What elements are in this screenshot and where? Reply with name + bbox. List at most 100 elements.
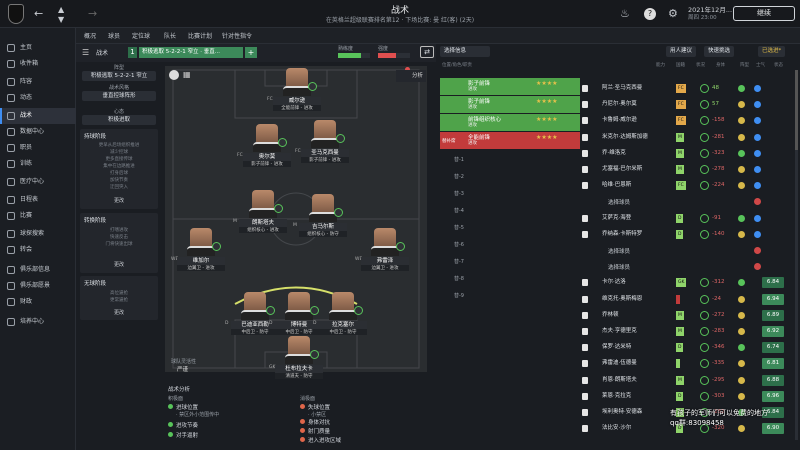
player-card[interactable]: WB 维加尔 边翼卫 - 进攻 — [171, 228, 225, 276]
sidebar-item-transfers[interactable]: 转会 — [0, 242, 76, 258]
column-header[interactable]: 能力 — [656, 62, 665, 68]
quick-pick-button[interactable]: 快速挑选 — [704, 46, 735, 57]
sidebar-item-development-centre[interactable]: 培养中心 — [0, 314, 76, 330]
select-player-slot[interactable]: 选择球员 — [608, 198, 630, 206]
selection-info-button[interactable]: 选择信息 — [440, 46, 490, 57]
subnav-match-plans[interactable]: 比赛计划 — [188, 31, 212, 40]
player-row[interactable]: 哈维·巴恩斯 FC -224 — [580, 178, 790, 193]
position-slot[interactable]: 影子前锋 进攻 ★★★★ — [440, 96, 580, 113]
assistant-suggestion-button[interactable]: 用人建议 — [666, 46, 697, 57]
style-dropdown[interactable]: 垂直控球阵形 — [82, 91, 156, 101]
settings-gear-icon[interactable]: ⚙ — [668, 6, 678, 22]
pitch-view-icon[interactable]: ▦ — [183, 70, 191, 79]
sub-slot[interactable]: 替-8 — [440, 273, 580, 285]
tactic-menu-icon[interactable]: ☰ — [82, 48, 89, 57]
in-possession-card[interactable]: 持球阶段 更早从后场组织推进 减少控球 更多直接传球 集中在边路推进 打身后球 … — [80, 129, 158, 209]
player-row[interactable]: 莱恩·克拉克 D -303 6.96 — [580, 389, 790, 404]
player-row[interactable]: 乔·维洛克 M -323 — [580, 146, 790, 161]
column-header[interactable]: 状况 — [696, 62, 705, 68]
player-row[interactable]: 艾萨克·海登 D -91 — [580, 211, 790, 226]
sidebar-item-club-vision[interactable]: 俱乐部愿景 — [0, 278, 76, 294]
player-row[interactable]: 卡鲁姆·威尔逊 FC -158 — [580, 113, 790, 128]
player-row[interactable]: 卡尔·达洛 GK -312 6.84 — [580, 275, 790, 290]
column-header[interactable]: 士气 — [756, 62, 765, 68]
column-header[interactable]: 阵型 — [740, 62, 749, 68]
player-card[interactable]: FC 威尔逊 全能前锋 - 进攻 — [267, 68, 321, 116]
sub-slot[interactable]: 替-3 — [440, 188, 580, 200]
subnav-players[interactable]: 球员 — [108, 31, 120, 40]
sidebar-item-squad[interactable]: 阵容 — [0, 74, 76, 90]
select-player-slot[interactable]: 选择球员 — [608, 247, 630, 255]
mentality-dropdown[interactable]: 积极进取 — [82, 115, 156, 125]
sub-slot[interactable]: 替-7 — [440, 256, 580, 268]
player-card[interactable]: D 拉克塞尔 中后卫 - 防守 — [313, 292, 367, 340]
sidebar-item-medical-centre[interactable]: 医疗中心 — [0, 174, 76, 190]
player-row[interactable]: 维克托·奥斯梅恩 -24 6.94 — [580, 292, 790, 307]
player-row[interactable]: 阿兰·圣马克西曼 FC 48 — [580, 81, 790, 96]
edit-out-of-possession-button[interactable]: 更改 — [80, 309, 158, 316]
trophy-icon[interactable]: ♨ — [620, 6, 630, 22]
sidebar-item-data-hub[interactable]: 数据中心 — [0, 124, 76, 140]
player-card[interactable]: D 博特曼 中后卫 - 防守 — [269, 292, 323, 340]
player-row[interactable]: 保罗·达米特 D -346 6.74 — [580, 340, 790, 355]
subnav-set-pieces[interactable]: 定位球 — [132, 31, 150, 40]
sub-slot[interactable]: 替-6 — [440, 239, 580, 251]
add-tactic-button[interactable]: + — [245, 47, 257, 58]
help-icon[interactable]: ? — [644, 8, 656, 20]
player-row[interactable]: 尤塞福·巴尔米斯 M -278 — [580, 162, 790, 177]
player-card[interactable]: M 吉马尔斯 组织核心 - 防守 — [293, 194, 347, 242]
column-header[interactable]: 身体 — [716, 62, 725, 68]
position-slot[interactable]: 前锋组织核心 进攻 ★★★★ — [440, 114, 580, 131]
player-row[interactable]: 杰夫·亨德里克 M -283 6.92 — [580, 324, 790, 339]
continue-button[interactable]: 继续 — [733, 6, 795, 21]
player-row[interactable]: 弗雷迪·伍德曼 -335 6.81 — [580, 356, 790, 371]
info-icon[interactable] — [169, 70, 179, 80]
player-card[interactable]: FC 圣马克西曼 影子前锋 - 进攻 — [295, 120, 349, 168]
column-header[interactable]: 国籍 — [676, 62, 685, 68]
position-slot[interactable]: 全能前锋 进攻 ★★★★ — [440, 132, 580, 149]
player-card[interactable]: GK 杜布拉夫卡 清道夫 - 防守 — [269, 336, 323, 384]
player-row[interactable]: 米克尔·达姆斯加德 M -281 — [580, 130, 790, 145]
sidebar-item-staff[interactable]: 职员 — [0, 140, 76, 156]
player-row[interactable]: 肖恩·朗斯塔夫 M -295 6.88 — [580, 373, 790, 388]
tactic-slot-number[interactable]: 1 — [128, 47, 137, 58]
player-card[interactable]: WB 弗雷泽 边翼卫 - 进攻 — [355, 228, 409, 276]
position-slot[interactable]: 影子前锋 进攻 ★★★★ — [440, 78, 580, 95]
sub-slot[interactable]: 替-5 — [440, 222, 580, 234]
edit-transition-button[interactable]: 更改 — [80, 261, 158, 268]
sidebar-item-tactics[interactable]: 战术 — [0, 108, 76, 124]
sub-slot[interactable]: 替-4 — [440, 205, 580, 217]
tactic-select[interactable]: 积极逃取 5-2-2-1 窄立 · 垂直... — [139, 47, 243, 58]
player-card[interactable]: FC 奥尔莫 影子前锋 - 进攻 — [237, 124, 291, 172]
player-card[interactable]: M 朗斯塔夫 组织核心 - 进攻 — [233, 190, 287, 238]
out-of-possession-card[interactable]: 无球阶段 高位逼抢 更常逼抢 更改 — [80, 276, 158, 320]
sub-slot[interactable]: 替-1 — [440, 154, 580, 166]
formation-dropdown[interactable]: 积极逃取 5-2-2-1 窄立 — [82, 71, 156, 81]
sidebar-item-dynamics[interactable]: 动态 — [0, 90, 76, 106]
swap-icon[interactable]: ⇄ — [420, 46, 434, 58]
sidebar-item-club-info[interactable]: 俱乐部信息 — [0, 262, 76, 278]
sidebar-item-competitions[interactable]: 比赛 — [0, 208, 76, 224]
player-row[interactable]: 乔林顿 M -272 6.89 — [580, 308, 790, 323]
sidebar-item-schedule[interactable]: 日程表 — [0, 192, 76, 208]
column-header[interactable]: 状态 — [774, 62, 783, 68]
sidebar-item-home[interactable]: 主页 — [0, 40, 76, 56]
sidebar-item-training[interactable]: 训练 — [0, 156, 76, 172]
sidebar-item-scouting[interactable]: 球探搜索 — [0, 226, 76, 242]
filter-dropdown[interactable]: 已选进* — [758, 46, 786, 57]
subnav-captains[interactable]: 队长 — [164, 31, 176, 40]
player-card[interactable]: D 巴迪亚西勒 中后卫 - 防守 — [225, 292, 279, 340]
select-player-slot[interactable]: 选择球员 — [608, 263, 630, 271]
sub-slot[interactable]: 替-9 — [440, 290, 580, 302]
analysis-button[interactable]: 分析 — [396, 70, 426, 82]
transition-card[interactable]: 转换阶段 打嗜进攻 快速反击 门将快速出球 更改 — [80, 213, 158, 273]
scrollbar-thumb[interactable] — [795, 70, 798, 150]
column-header[interactable]: 位置/角色/职责 — [442, 62, 472, 68]
subnav-overview[interactable]: 概况 — [84, 31, 96, 40]
player-row[interactable]: 丹尼尔·奥尔莫 FC 57 — [580, 97, 790, 112]
player-row[interactable]: 乔纳森·卡斯特罗 D -140 — [580, 227, 790, 242]
sub-slot[interactable]: 替-2 — [440, 171, 580, 183]
edit-in-possession-button[interactable]: 更改 — [80, 197, 158, 204]
sidebar-item-inbox[interactable]: 收件箱 — [0, 56, 76, 72]
subnav-opposition-instructions[interactable]: 针对性指令 — [222, 31, 252, 40]
